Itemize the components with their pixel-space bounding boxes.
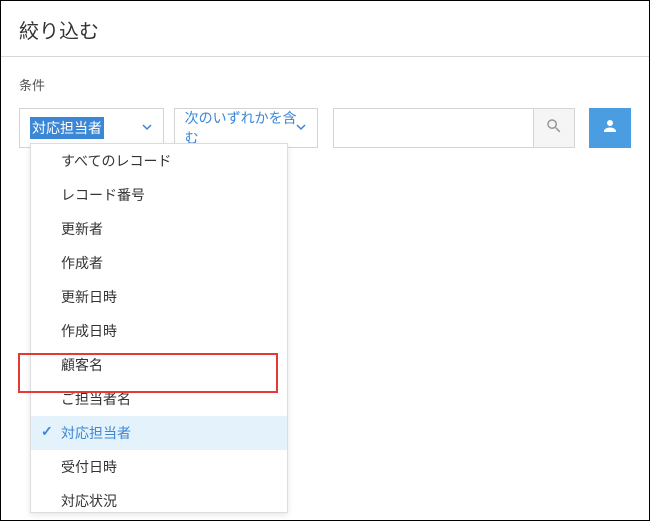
field-select[interactable]: 対応担当者	[19, 108, 164, 148]
field-dropdown[interactable]: すべてのレコードレコード番号更新者作成者更新日時作成日時顧客名ご担当者名対応担当…	[30, 143, 288, 513]
dialog-header: 絞り込む	[1, 1, 649, 57]
filter-controls: 対応担当者 次のいずれかを含む	[19, 108, 631, 148]
user-icon	[601, 117, 619, 140]
chevron-down-icon	[141, 120, 153, 136]
dropdown-item[interactable]: レコード番号	[31, 178, 287, 212]
search-input[interactable]	[333, 108, 533, 148]
dropdown-item[interactable]: すべてのレコード	[31, 144, 287, 178]
field-select-value: 対応担当者	[30, 117, 104, 139]
search-group	[333, 108, 575, 148]
dropdown-item[interactable]: 更新者	[31, 212, 287, 246]
dropdown-item[interactable]: 対応状況	[31, 484, 287, 513]
search-icon	[545, 117, 563, 140]
condition-select[interactable]: 次のいずれかを含む	[174, 108, 319, 148]
dialog-content: 条件 対応担当者 次のいずれかを含む	[1, 57, 649, 148]
dropdown-item[interactable]: 作成者	[31, 246, 287, 280]
search-button[interactable]	[533, 108, 575, 148]
dropdown-item[interactable]: 顧客名	[31, 348, 287, 382]
dropdown-item[interactable]: 対応担当者	[31, 416, 287, 450]
user-button[interactable]	[589, 108, 631, 148]
dropdown-item[interactable]: ご担当者名	[31, 382, 287, 416]
chevron-down-icon	[295, 120, 307, 136]
condition-label: 条件	[19, 75, 631, 94]
dropdown-item[interactable]: 受付日時	[31, 450, 287, 484]
dialog-title: 絞り込む	[19, 15, 631, 44]
condition-select-value: 次のいずれかを含む	[185, 108, 308, 148]
dropdown-item[interactable]: 作成日時	[31, 314, 287, 348]
dropdown-item[interactable]: 更新日時	[31, 280, 287, 314]
